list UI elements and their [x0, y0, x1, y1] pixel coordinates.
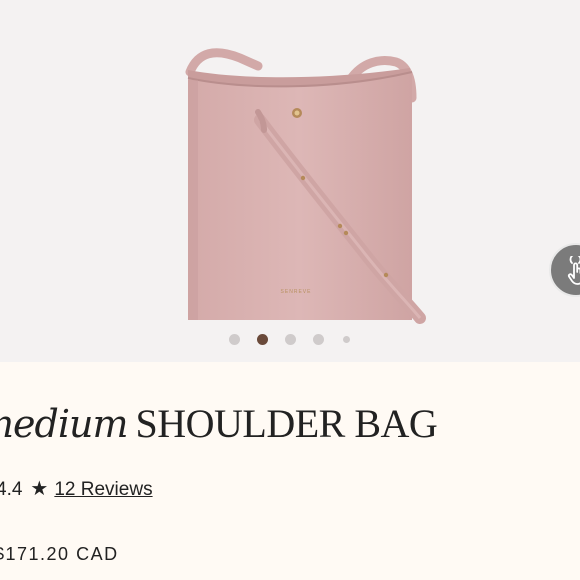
- product-title-size: medium: [0, 402, 129, 446]
- carousel-dot-active[interactable]: [257, 334, 268, 345]
- carousel-dot[interactable]: [229, 334, 240, 345]
- product-image[interactable]: SENREVE: [0, 0, 580, 362]
- reviews-link[interactable]: 12 Reviews: [54, 479, 152, 500]
- carousel-dot[interactable]: [313, 334, 324, 345]
- product-title-name: SHOULDER BAG: [135, 401, 438, 446]
- product-image-gallery[interactable]: SENREVE: [0, 0, 580, 362]
- carousel-dot[interactable]: [285, 334, 296, 345]
- touch-hand-icon: [567, 256, 580, 285]
- carousel-dots: [0, 333, 580, 347]
- product-title: mediumSHOULDER BAG: [0, 401, 438, 446]
- rating-value: 4.4: [0, 479, 23, 500]
- product-price: $171.20 CAD: [0, 544, 119, 564]
- brand-stamp: SENREVE: [281, 289, 312, 295]
- star-icon: ★: [30, 478, 49, 500]
- rating-row: 4.4 ★ 12 Reviews: [0, 476, 153, 501]
- carousel-dot[interactable]: [343, 336, 350, 343]
